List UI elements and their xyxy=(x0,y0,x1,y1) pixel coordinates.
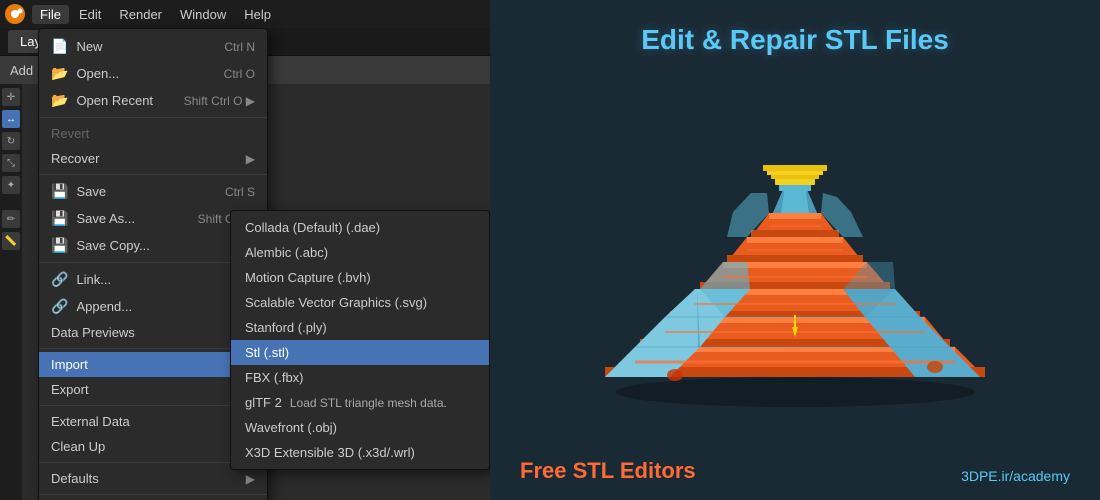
scale-tool-icon[interactable]: ⤡ xyxy=(2,154,20,172)
menu-item-open[interactable]: 📂Open... Ctrl O xyxy=(39,60,267,87)
menu-bar: File Edit Render Window Help xyxy=(0,0,490,28)
submenu-alembic[interactable]: Alembic (.abc) xyxy=(231,240,489,265)
submenu-svg[interactable]: Scalable Vector Graphics (.svg) xyxy=(231,290,489,315)
blender-logo-icon xyxy=(4,3,26,25)
left-sidebar: ✛ ↔ ↻ ⤡ ✦ ✏ 📏 xyxy=(0,84,22,500)
menu-item-recover[interactable]: Recover ▶ xyxy=(39,146,267,171)
menu-item-open-recent[interactable]: 📂Open Recent Shift Ctrl O ▶ xyxy=(39,87,267,114)
separator-2 xyxy=(39,174,267,175)
submenu-stanford[interactable]: Stanford (.ply) xyxy=(231,315,489,340)
submenu-stl[interactable]: Stl (.stl) xyxy=(231,340,489,365)
import-submenu: Collada (Default) (.dae) Alembic (.abc) … xyxy=(230,210,490,470)
menu-render[interactable]: Render xyxy=(111,5,170,24)
menu-item-new[interactable]: 📄New Ctrl N xyxy=(39,33,267,60)
submenu-wavefront[interactable]: Wavefront (.obj) xyxy=(231,415,489,440)
blender-viewport: File Edit Render Window Help Layout Mode… xyxy=(0,0,490,500)
measure-icon[interactable]: 📏 xyxy=(2,232,20,250)
ad-domain: 3DPE.ir/academy xyxy=(961,468,1070,484)
add-menu[interactable]: Add xyxy=(10,63,33,78)
transform-tool-icon[interactable]: ✦ xyxy=(2,176,20,194)
advertisement-panel: Edit & Repair STL Files xyxy=(490,0,1100,500)
menu-window[interactable]: Window xyxy=(172,5,234,24)
annotate-icon[interactable]: ✏ xyxy=(2,210,20,228)
menu-edit[interactable]: Edit xyxy=(71,5,109,24)
ad-subtitle: Free STL Editors xyxy=(520,458,696,484)
pyramid-container xyxy=(490,56,1100,458)
submenu-fbx[interactable]: FBX (.fbx) xyxy=(231,365,489,390)
menu-help[interactable]: Help xyxy=(236,5,279,24)
ad-bottom: Free STL Editors 3DPE.ir/academy xyxy=(490,458,1100,500)
cursor-tool-icon[interactable]: ✛ xyxy=(2,88,20,106)
pyramid-illustration xyxy=(585,97,1005,417)
submenu-motion-capture[interactable]: Motion Capture (.bvh) xyxy=(231,265,489,290)
separator-1 xyxy=(39,117,267,118)
menu-item-revert: Revert xyxy=(39,121,267,146)
submenu-gltf[interactable]: glTF 2 Load STL triangle mesh data. xyxy=(231,390,489,415)
move-tool-icon[interactable]: ↔ xyxy=(2,110,20,128)
ad-title: Edit & Repair STL Files xyxy=(641,24,949,56)
separator-7 xyxy=(39,494,267,495)
menu-file[interactable]: File xyxy=(32,5,69,24)
submenu-collada[interactable]: Collada (Default) (.dae) xyxy=(231,215,489,240)
submenu-x3d[interactable]: X3D Extensible 3D (.x3d/.wrl) xyxy=(231,440,489,465)
menu-item-save[interactable]: 💾Save Ctrl S xyxy=(39,178,267,205)
rotate-tool-icon[interactable]: ↻ xyxy=(2,132,20,150)
